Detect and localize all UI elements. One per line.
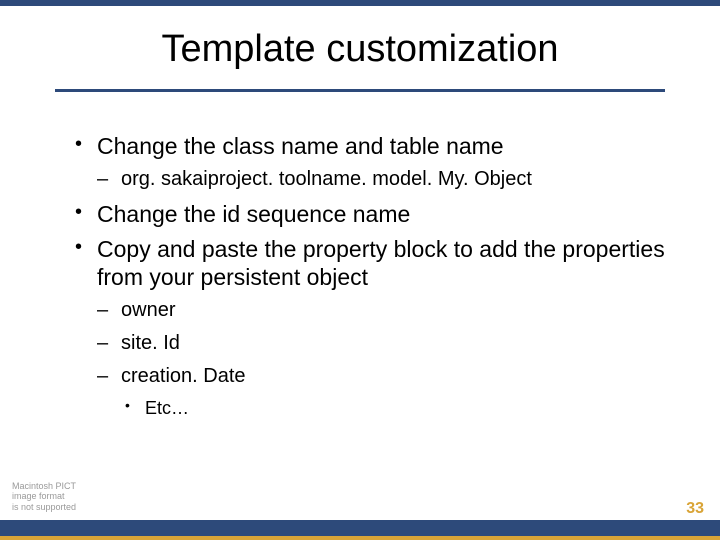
bullet-level1: Copy and paste the property block to add… <box>75 235 665 293</box>
bullet-text: Etc… <box>145 398 189 418</box>
bullet-text: org. sakaiproject. toolname. model. My. … <box>121 168 532 190</box>
placeholder-line: is not supported <box>12 502 76 512</box>
bullet-level1: Change the id sequence name <box>75 200 665 229</box>
bullet-text: Change the class name and table name <box>97 133 504 159</box>
placeholder-line: Macintosh PICT <box>12 481 76 491</box>
bullet-level1: Change the class name and table name <box>75 132 665 161</box>
placeholder-line: image format <box>12 491 76 501</box>
bottom-accent-bar <box>0 520 720 536</box>
bullet-level2: creation. Date <box>97 364 665 389</box>
bullet-text: Change the id sequence name <box>97 201 410 227</box>
bottom-gold-bar <box>0 536 720 540</box>
slide-content: Change the class name and table name org… <box>0 92 720 420</box>
bullet-text: owner <box>121 299 175 321</box>
slide: Template customization Change the class … <box>0 0 720 540</box>
slide-title: Template customization <box>0 0 720 81</box>
bullet-text: site. Id <box>121 332 180 354</box>
bullet-level2: org. sakaiproject. toolname. model. My. … <box>97 167 665 192</box>
bullet-text: Copy and paste the property block to add… <box>97 236 665 291</box>
top-accent-bar <box>0 0 720 6</box>
image-placeholder: Macintosh PICT image format is not suppo… <box>12 481 76 512</box>
bullet-level2: owner <box>97 298 665 323</box>
page-number: 33 <box>686 500 704 518</box>
bullet-level3: Etc… <box>125 397 665 420</box>
bullet-text: creation. Date <box>121 365 246 387</box>
bullet-level2: site. Id <box>97 331 665 356</box>
